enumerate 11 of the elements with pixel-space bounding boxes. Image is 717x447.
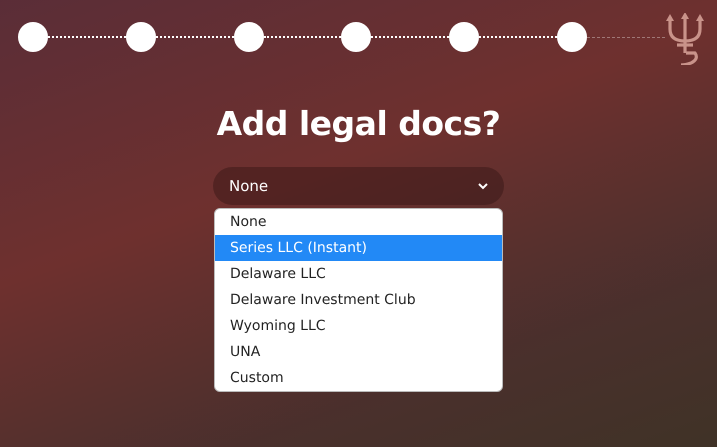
dropdown-option[interactable]: Delaware LLC [215,261,502,287]
chevron-down-icon [478,182,488,190]
dropdown-option[interactable]: Series LLC (Instant) [215,235,502,261]
dropdown-option[interactable]: Wyoming LLC [215,313,502,339]
trident-logo-icon [664,13,705,65]
page-title: Add legal docs? [216,104,500,143]
dropdown-option[interactable]: Custom [215,365,502,391]
dropdown-option[interactable]: Delaware Investment Club [215,287,502,313]
dropdown-option[interactable]: None [215,209,502,235]
legal-docs-select[interactable]: None [213,167,504,205]
dropdown-option[interactable]: UNA [215,339,502,365]
